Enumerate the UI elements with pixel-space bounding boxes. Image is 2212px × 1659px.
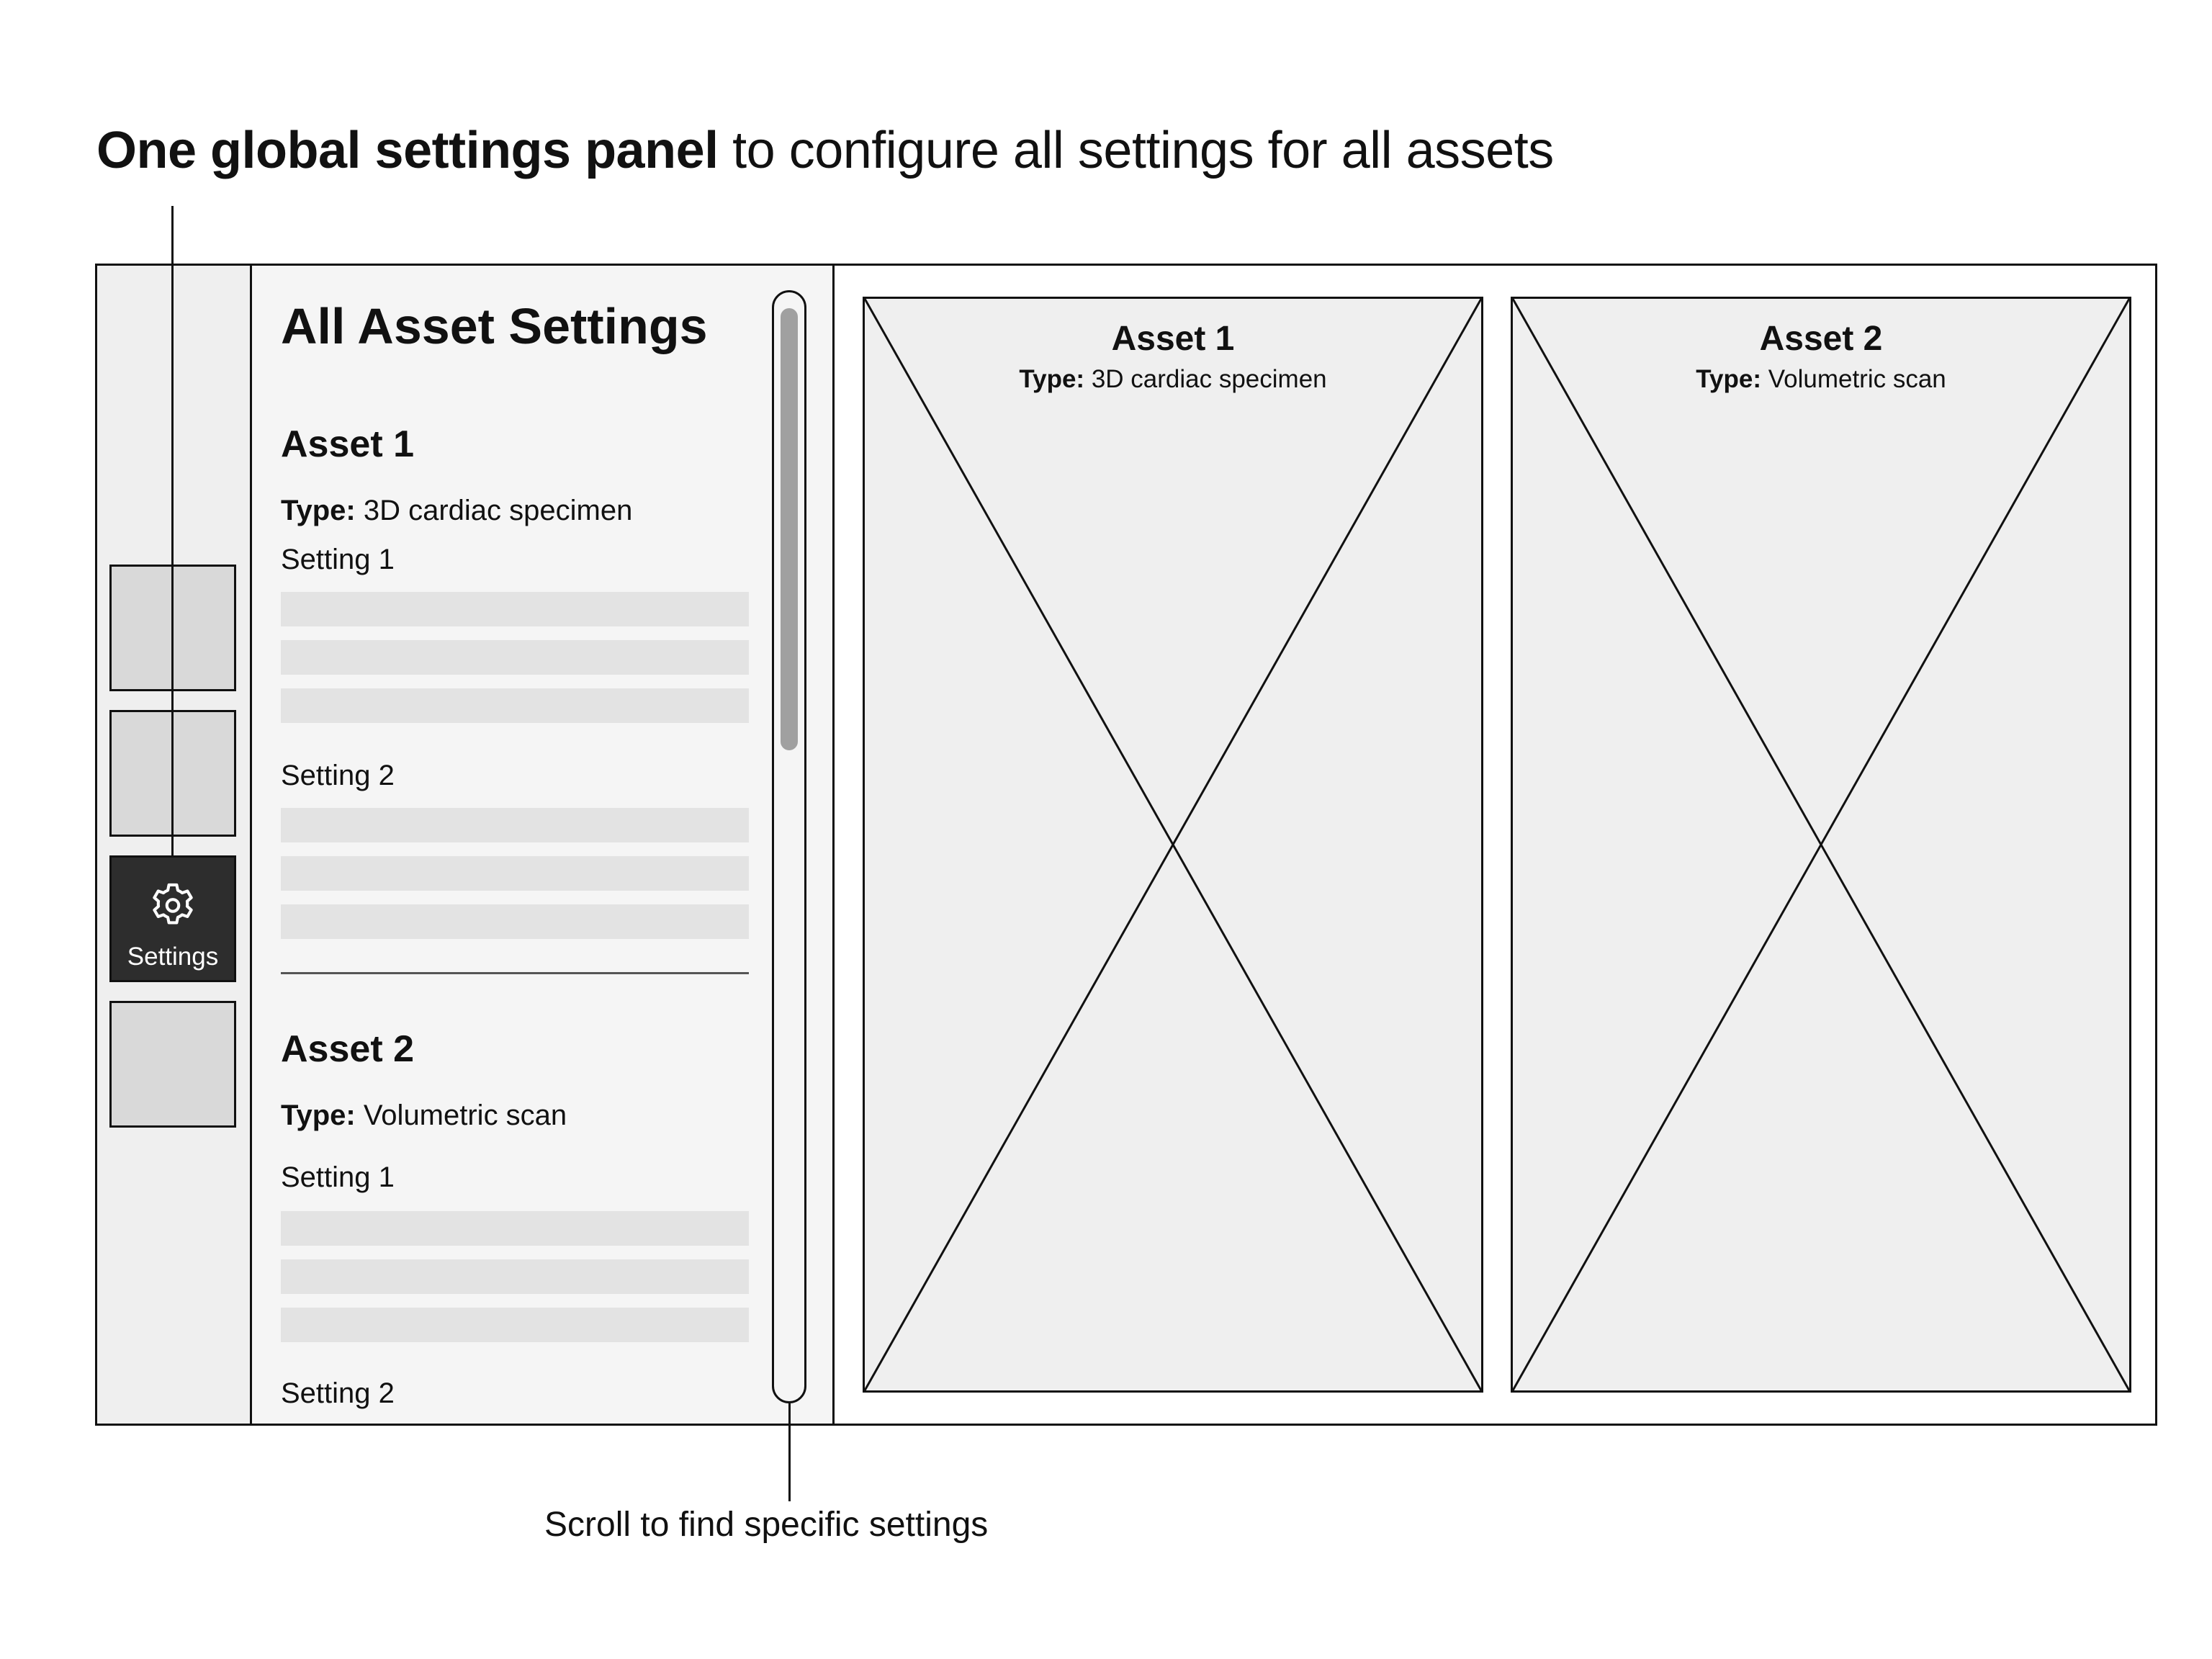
panel-scrollbar[interactable] <box>772 290 806 1403</box>
type-prefix: Type: <box>281 1100 356 1131</box>
setting-field[interactable] <box>281 808 749 842</box>
scroll-caption: Scroll to find specific settings <box>544 1506 989 1544</box>
settings-panel[interactable]: All Asset Settings Asset 1 Type: 3D card… <box>252 266 835 1424</box>
setting-field[interactable] <box>281 688 749 723</box>
panel-asset-2-heading: Asset 2 <box>281 1028 414 1070</box>
diagram-headline: One global settings panel to configure a… <box>96 121 1554 180</box>
type-value: Volumetric scan <box>355 1100 567 1131</box>
panel-asset-1-heading: Asset 1 <box>281 423 414 465</box>
gear-icon <box>153 883 193 925</box>
setting-field[interactable] <box>281 640 749 675</box>
headline-rest: to configure all settings for all assets <box>718 122 1554 179</box>
setting-field[interactable] <box>281 856 749 891</box>
asset-divider <box>281 972 749 974</box>
type-value: Volumetric scan <box>1761 365 1946 393</box>
scroll-leader-line <box>788 1403 791 1501</box>
type-value: 3D cardiac specimen <box>1084 365 1327 393</box>
type-prefix: Type: <box>1696 365 1761 393</box>
card-type: Type: 3D cardiac specimen <box>865 365 1481 394</box>
type-prefix: Type: <box>1019 365 1085 393</box>
setting-field[interactable] <box>281 1308 749 1342</box>
panel-asset-2-setting-1-label: Setting 1 <box>281 1161 395 1193</box>
headline-leader-line <box>171 206 174 855</box>
settings-tile-label: Settings <box>127 943 219 971</box>
scrollbar-thumb[interactable] <box>781 308 798 750</box>
panel-asset-1-type: Type: 3D cardiac specimen <box>281 495 632 527</box>
card-title: Asset 1 <box>1111 320 1235 358</box>
setting-field[interactable] <box>281 592 749 626</box>
headline-bold: One global settings panel <box>96 122 719 179</box>
panel-asset-1-setting-2-label: Setting 2 <box>281 760 395 791</box>
type-prefix: Type: <box>281 495 356 526</box>
panel-asset-2-setting-2-label: Setting 2 <box>281 1377 395 1409</box>
setting-field[interactable] <box>281 1211 749 1246</box>
asset-card-1[interactable]: Asset 1 Type: 3D cardiac specimen <box>863 297 1483 1393</box>
panel-asset-1-setting-1-label: Setting 1 <box>281 544 395 575</box>
asset-card-2[interactable]: Asset 2 Type: Volumetric scan <box>1511 297 2131 1393</box>
panel-title: All Asset Settings <box>281 298 708 354</box>
rail-tile-4[interactable] <box>109 1001 236 1128</box>
panel-asset-2-type: Type: Volumetric scan <box>281 1100 567 1132</box>
setting-field[interactable] <box>281 1259 749 1294</box>
image-placeholder-icon <box>1513 299 2129 1390</box>
card-title: Asset 2 <box>1759 320 1883 358</box>
setting-field[interactable] <box>281 904 749 939</box>
image-placeholder-icon <box>865 299 1481 1390</box>
icon-rail <box>97 266 252 1424</box>
card-type: Type: Volumetric scan <box>1513 365 2129 394</box>
rail-tile-settings[interactable]: Settings <box>109 855 236 982</box>
type-value: 3D cardiac specimen <box>355 495 633 526</box>
